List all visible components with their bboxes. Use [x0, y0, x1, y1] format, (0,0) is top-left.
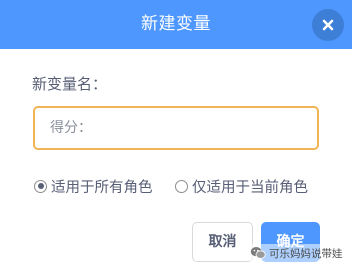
radio-button-selected[interactable]	[34, 179, 47, 193]
close-icon	[322, 19, 334, 31]
watermark: 可乐妈妈说带娃	[250, 244, 345, 262]
variable-name-label: 新变量名：	[32, 75, 108, 93]
scope-option-this-sprite-only[interactable]: 仅适用于当前角色	[175, 176, 308, 196]
cancel-button[interactable]: 取消	[192, 222, 253, 262]
scope-option-this-sprite-label: 仅适用于当前角色	[192, 179, 308, 196]
watermark-text: 可乐妈妈说带娃	[269, 247, 343, 260]
dialog-title: 新建变量	[141, 14, 211, 34]
radio-button-unselected[interactable]	[175, 179, 188, 193]
scope-option-all-sprites[interactable]: 适用于所有角色	[34, 176, 153, 196]
wechat-icon	[250, 247, 266, 259]
variable-name-input[interactable]	[33, 106, 319, 150]
close-button[interactable]	[312, 9, 344, 41]
new-variable-dialog: 新建变量 新变量名： 适用于所有角色 仅适用于当前角色 取消 确定 可乐妈妈说带…	[0, 0, 352, 270]
scope-option-all-label: 适用于所有角色	[51, 179, 153, 196]
